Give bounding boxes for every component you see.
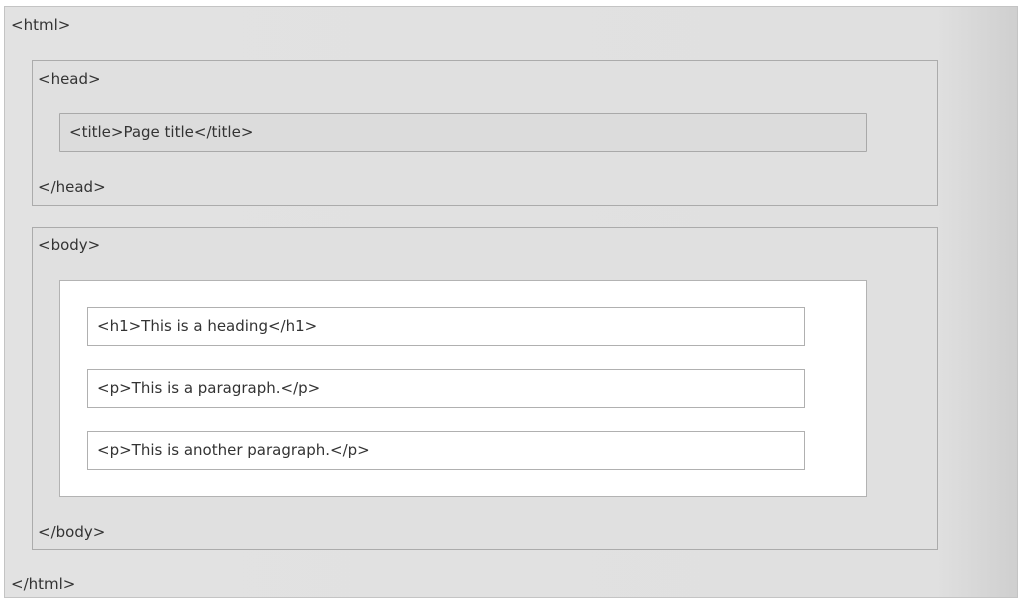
title-tag-line: <title>Page title</title> xyxy=(69,123,254,141)
body-close-tag: </body> xyxy=(38,523,106,541)
paragraph-tag-line: <p>This is a paragraph.</p> xyxy=(97,379,321,397)
h1-tag-line: <h1>This is a heading</h1> xyxy=(97,317,318,335)
head-element-box: <head> <title>Page title</title> </head> xyxy=(32,60,938,206)
body-element-box: <body> <h1>This is a heading</h1> <p>Thi… xyxy=(32,227,938,550)
paragraph-element-box-2: <p>This is another paragraph.</p> xyxy=(87,431,805,470)
title-element-box: <title>Page title</title> xyxy=(59,113,867,152)
paragraph-element-box: <p>This is a paragraph.</p> xyxy=(87,369,805,408)
body-open-tag: <body> xyxy=(38,236,101,254)
body-content-area: <h1>This is a heading</h1> <p>This is a … xyxy=(59,280,867,497)
paragraph-tag-line-2: <p>This is another paragraph.</p> xyxy=(97,441,370,459)
h1-element-box: <h1>This is a heading</h1> xyxy=(87,307,805,346)
head-open-tag: <head> xyxy=(38,70,101,88)
html-element-box: <html> <head> <title>Page title</title> … xyxy=(4,6,1018,598)
head-close-tag: </head> xyxy=(38,178,106,196)
html-open-tag: <html> xyxy=(11,16,71,34)
html-close-tag: </html> xyxy=(11,575,76,593)
